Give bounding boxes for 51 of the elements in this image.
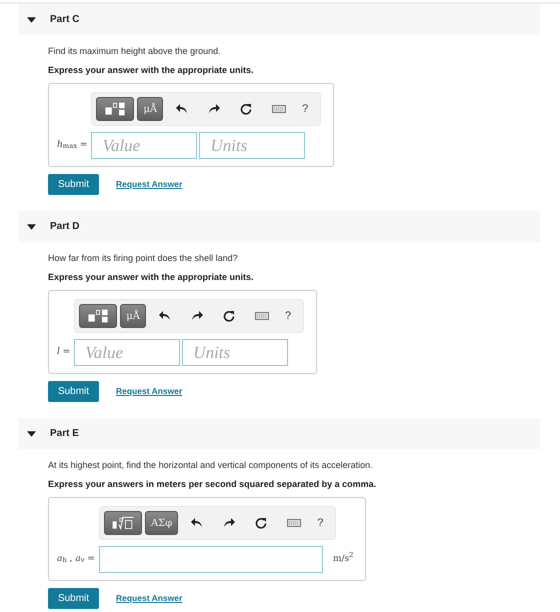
request-answer-link[interactable]: Request Answer bbox=[116, 178, 182, 191]
part-title: Part C bbox=[50, 13, 80, 27]
value-field[interactable]: Value bbox=[91, 132, 198, 159]
part-title: Part D bbox=[50, 220, 80, 234]
submit-button[interactable]: Submit bbox=[48, 381, 99, 402]
fraction-template-icon bbox=[86, 307, 110, 325]
redo-icon[interactable] bbox=[223, 517, 236, 529]
keyboard-icon[interactable] bbox=[287, 519, 302, 527]
undo-icon[interactable] bbox=[176, 103, 188, 115]
symbols-button[interactable]: ΑΣφ bbox=[144, 511, 178, 535]
submit-button[interactable]: Submit bbox=[48, 174, 99, 195]
template-button[interactable] bbox=[79, 304, 118, 328]
submit-button[interactable]: Submit bbox=[48, 588, 99, 609]
template-button[interactable] bbox=[96, 97, 134, 121]
help-button[interactable]: ? bbox=[285, 308, 292, 324]
undo-icon[interactable] bbox=[191, 517, 204, 529]
value-field[interactable]: Value bbox=[74, 339, 180, 366]
instruction-text: Express your answer with the appropriate units. bbox=[48, 271, 255, 283]
fraction-template-icon bbox=[103, 100, 128, 118]
request-answer-link[interactable]: Request Answer bbox=[116, 385, 182, 398]
help-button[interactable]: ? bbox=[317, 514, 324, 532]
instruction-text: Express your answer with the appropriate units. bbox=[48, 64, 255, 76]
reset-icon[interactable] bbox=[240, 103, 252, 115]
unit-label: m/s$^{2}$ bbox=[332, 552, 354, 566]
reset-icon[interactable] bbox=[223, 310, 236, 322]
template-button[interactable] bbox=[104, 511, 142, 535]
undo-icon[interactable] bbox=[159, 310, 172, 322]
reset-icon[interactable] bbox=[255, 517, 268, 529]
symbols-button[interactable]: μÅ bbox=[137, 97, 164, 121]
answer-label: l = bbox=[57, 346, 72, 359]
request-answer-link[interactable]: Request Answer bbox=[116, 592, 182, 605]
redo-icon[interactable] bbox=[208, 103, 220, 115]
help-button[interactable]: ? bbox=[302, 100, 308, 118]
keyboard-icon[interactable] bbox=[272, 105, 286, 113]
part-title: Part E bbox=[50, 427, 79, 441]
question-text: How far from its firing point does the shell land? bbox=[48, 252, 239, 264]
part-header[interactable]: Part C bbox=[18, 4, 540, 35]
root-template-icon bbox=[110, 514, 135, 532]
question-text: At its highest point, find the horizontal and vertical components of its acceleration. bbox=[48, 459, 374, 471]
instruction-text: Express your answers in meters per second squared separated by a comma. bbox=[48, 478, 378, 490]
answer-label: a$_{h}$ , a$_{v}$ = bbox=[57, 552, 96, 566]
part-header[interactable]: Part E bbox=[18, 418, 540, 449]
redo-icon[interactable] bbox=[191, 310, 204, 322]
symbols-button[interactable]: μÅ bbox=[120, 304, 146, 328]
units-field[interactable]: Units bbox=[182, 339, 288, 366]
keyboard-icon[interactable] bbox=[255, 312, 270, 320]
units-field[interactable]: Units bbox=[199, 132, 306, 159]
answer-label: h$_{max}$ = bbox=[57, 138, 88, 152]
question-text: Find its maximum height above the ground. bbox=[48, 45, 222, 57]
part-header[interactable]: Part D bbox=[18, 211, 540, 242]
answer-field[interactable] bbox=[98, 546, 323, 573]
